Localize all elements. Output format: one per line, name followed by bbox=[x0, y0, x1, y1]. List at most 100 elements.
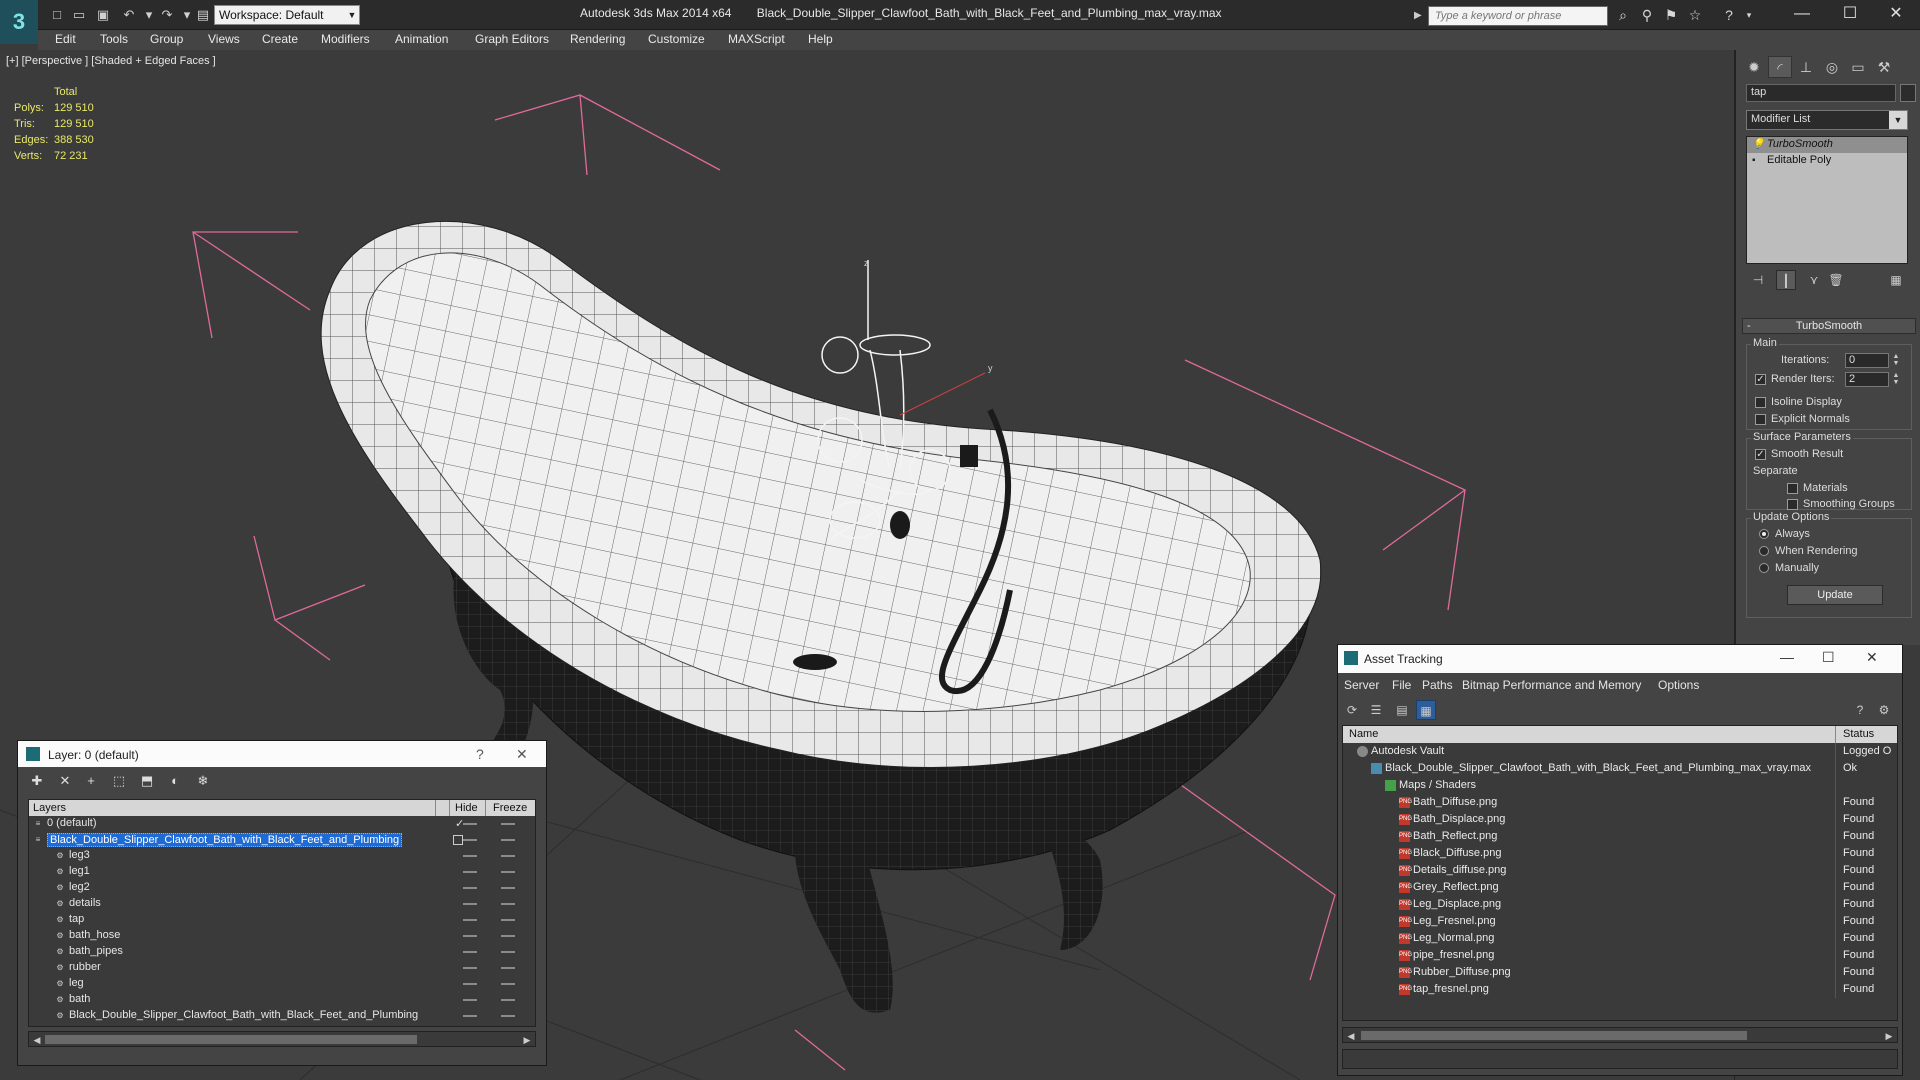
menu-views[interactable]: Views bbox=[208, 32, 240, 46]
show-end-result-icon[interactable]: ┃ bbox=[1776, 270, 1796, 290]
layer-row[interactable]: ⚙ bath_hose bbox=[29, 928, 535, 944]
column-layers[interactable]: Layers bbox=[33, 802, 66, 814]
layer-row[interactable]: ⚙ bath bbox=[29, 992, 535, 1008]
expand-plus-icon[interactable]: ▪ bbox=[1752, 155, 1762, 166]
layer-table[interactable]: Layers Hide Freeze ≡ 0 (default) ✓ ≡ Black_D… bbox=[28, 799, 536, 1027]
undo-dropdown-icon[interactable]: ▾ bbox=[140, 7, 158, 23]
chevron-down-icon[interactable]: ▼ bbox=[1889, 111, 1907, 129]
menu-server[interactable]: Server bbox=[1344, 678, 1379, 692]
column-freeze[interactable]: Freeze bbox=[493, 802, 527, 814]
hide-toggle[interactable] bbox=[463, 871, 477, 873]
communication-icon[interactable]: ⚑ bbox=[1660, 6, 1682, 24]
menu-animation[interactable]: Animation bbox=[395, 32, 448, 46]
object-name-field[interactable]: tap bbox=[1746, 84, 1896, 102]
close-button[interactable]: ✕ bbox=[1876, 2, 1916, 26]
add-to-layer-icon[interactable]: + bbox=[80, 771, 102, 791]
minimize-button[interactable]: — bbox=[1782, 2, 1822, 26]
layer-row[interactable]: ⚙ leg1 bbox=[29, 864, 535, 880]
hide-toggle[interactable] bbox=[463, 855, 477, 857]
menu-tools[interactable]: Tools bbox=[100, 32, 128, 46]
project-folder-icon[interactable]: ▤ bbox=[194, 7, 212, 23]
smoothing-groups-checkbox[interactable] bbox=[1787, 499, 1798, 510]
always-radio[interactable] bbox=[1759, 529, 1769, 539]
configure-sets-icon[interactable]: ▦ bbox=[1886, 270, 1906, 290]
make-unique-icon[interactable]: ⋎ bbox=[1804, 270, 1824, 290]
remove-modifier-icon[interactable]: 🗑 bbox=[1826, 270, 1846, 290]
layer-row[interactable]: ⚙ bath_pipes bbox=[29, 944, 535, 960]
render-iters-spinner[interactable]: 2 bbox=[1845, 372, 1889, 387]
layer-row[interactable]: ⚙ leg3 bbox=[29, 848, 535, 864]
hide-toggle[interactable] bbox=[463, 967, 477, 969]
hide-toggle[interactable] bbox=[463, 887, 477, 889]
column-hide[interactable]: Hide bbox=[455, 802, 478, 814]
favorites-star-icon[interactable]: ☆ bbox=[1684, 6, 1706, 24]
scroll-right-icon[interactable]: ▶ bbox=[520, 1033, 534, 1047]
freeze-toggle[interactable] bbox=[501, 1015, 515, 1017]
table-row[interactable]: PNG Leg_Normal.png Found bbox=[1343, 930, 1897, 947]
hide-toggle[interactable] bbox=[463, 983, 477, 985]
modifier-stack[interactable]: 💡 TurboSmooth ▪ Editable Poly bbox=[1746, 136, 1908, 264]
hide-all-icon[interactable]: ◐ bbox=[164, 771, 186, 791]
hide-toggle[interactable] bbox=[463, 823, 477, 825]
freeze-toggle[interactable] bbox=[501, 855, 515, 857]
smooth-result-checkbox[interactable]: ✓ bbox=[1755, 449, 1766, 460]
hide-toggle[interactable] bbox=[463, 919, 477, 921]
freeze-toggle[interactable] bbox=[501, 903, 515, 905]
render-iters-checkbox[interactable]: ✓ bbox=[1755, 374, 1766, 385]
table-row[interactable]: PNG tap_fresnel.png Found bbox=[1343, 981, 1897, 998]
spinner-arrows-icon[interactable]: ▲ ▼ bbox=[1891, 372, 1901, 387]
column-name[interactable]: Name bbox=[1349, 728, 1378, 740]
menu-file[interactable]: File bbox=[1392, 678, 1411, 692]
stack-item-editable-poly[interactable]: ▪ Editable Poly bbox=[1747, 153, 1907, 169]
modify-tab-icon[interactable]: ◜ bbox=[1768, 56, 1792, 78]
rollout-header[interactable]: - TurboSmooth bbox=[1742, 318, 1916, 334]
workspace-dropdown[interactable]: Workspace: Default bbox=[214, 5, 360, 25]
table-row[interactable]: PNG Bath_Reflect.png Found bbox=[1343, 828, 1897, 845]
utilities-tab-icon[interactable]: ⚒ bbox=[1872, 56, 1896, 78]
minimize-button[interactable]: — bbox=[1780, 649, 1794, 665]
table-row[interactable]: Autodesk Vault Logged O bbox=[1343, 743, 1897, 760]
scroll-thumb[interactable] bbox=[1361, 1031, 1747, 1040]
scroll-thumb[interactable] bbox=[45, 1035, 417, 1044]
hide-toggle[interactable] bbox=[463, 935, 477, 937]
hide-toggle[interactable] bbox=[463, 999, 477, 1001]
hide-toggle[interactable] bbox=[463, 839, 477, 841]
layer-titlebar[interactable]: Layer: 0 (default) ? ✕ bbox=[18, 741, 546, 767]
viewport-label[interactable]: [+] [Perspective ] [Shaded + Edged Faces… bbox=[6, 55, 216, 67]
layer-row[interactable]: ⚙ leg2 bbox=[29, 880, 535, 896]
delete-layer-icon[interactable]: ✕ bbox=[54, 771, 76, 791]
refresh-icon[interactable]: ⟳ bbox=[1342, 700, 1362, 720]
table-row[interactable]: Black_Double_Slipper_Clawfoot_Bath_with_… bbox=[1343, 760, 1897, 777]
menu-edit[interactable]: Edit bbox=[55, 32, 76, 46]
menu-maxscript[interactable]: MAXScript bbox=[728, 32, 785, 46]
close-button[interactable]: ✕ bbox=[516, 746, 528, 763]
save-icon[interactable]: ▣ bbox=[94, 7, 112, 23]
motion-tab-icon[interactable]: ◎ bbox=[1820, 56, 1844, 78]
select-objects-icon[interactable]: ⬚ bbox=[108, 771, 130, 791]
maximize-button[interactable]: ☐ bbox=[1822, 649, 1835, 666]
freeze-toggle[interactable] bbox=[501, 999, 515, 1001]
help-icon[interactable]: ? bbox=[1718, 6, 1740, 24]
asset-titlebar[interactable]: Asset Tracking — ☐ ✕ bbox=[1338, 645, 1902, 673]
menu-bitmap-performance[interactable]: Bitmap Performance and Memory bbox=[1462, 678, 1641, 692]
hide-toggle[interactable] bbox=[463, 951, 477, 953]
freeze-toggle[interactable] bbox=[501, 919, 515, 921]
freeze-toggle[interactable] bbox=[501, 983, 515, 985]
settings-icon[interactable]: ⚙ bbox=[1874, 700, 1894, 720]
lightbulb-icon[interactable]: 💡 bbox=[1752, 139, 1764, 150]
highlight-layer-icon[interactable]: ⬒ bbox=[136, 771, 158, 791]
menu-options[interactable]: Options bbox=[1658, 678, 1699, 692]
table-row[interactable]: PNG Grey_Reflect.png Found bbox=[1343, 879, 1897, 896]
freeze-all-icon[interactable]: ❄ bbox=[192, 771, 214, 791]
layer-row[interactable]: ⚙ Black_Double_Slipper_Clawfoot_Bath_with… bbox=[29, 1008, 535, 1024]
freeze-toggle[interactable] bbox=[501, 839, 515, 841]
menu-graph-editors[interactable]: Graph Editors bbox=[475, 32, 549, 46]
search-input[interactable]: Type a keyword or phrase bbox=[1428, 6, 1608, 26]
scroll-right-icon[interactable]: ▶ bbox=[1882, 1029, 1896, 1043]
binoculars-icon[interactable]: ⌕ bbox=[1612, 6, 1634, 24]
asset-table[interactable]: Name Status Autodesk Vault Logged O Black_… bbox=[1342, 725, 1898, 1021]
table-view-icon[interactable]: ▦ bbox=[1416, 700, 1436, 720]
freeze-toggle[interactable] bbox=[501, 951, 515, 953]
when-rendering-radio[interactable] bbox=[1759, 546, 1769, 556]
display-tab-icon[interactable]: ▭ bbox=[1846, 56, 1870, 78]
